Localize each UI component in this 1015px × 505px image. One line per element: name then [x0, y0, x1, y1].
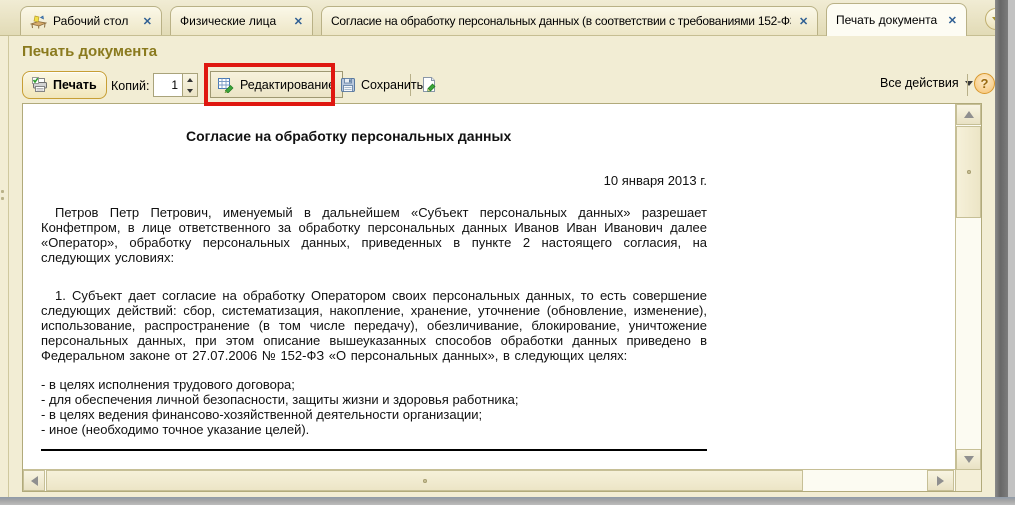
document-list-item: - в целях ведения финансово-хозяйственно…	[41, 407, 707, 422]
copies-label: Копий:	[111, 79, 149, 93]
edit-button[interactable]: Редактирование	[210, 71, 343, 98]
window-left-border	[8, 36, 9, 497]
tab-desktop[interactable]: Рабочий стол ✕	[20, 6, 162, 35]
page-title: Печать документа	[22, 43, 157, 60]
printer-icon	[32, 77, 48, 93]
scroll-down-button[interactable]	[956, 449, 981, 470]
document-list-item: - иное (необходимо точное указание целей…	[41, 422, 707, 437]
spinner-down-button[interactable]	[183, 85, 197, 96]
scroll-up-button[interactable]	[956, 104, 981, 125]
spinner-up-button[interactable]	[183, 74, 197, 85]
arrow-down-icon	[187, 89, 193, 93]
tab-label: Рабочий стол	[53, 14, 135, 28]
document-paragraph: Петров Петр Петрович, именуемый в дальне…	[41, 205, 707, 265]
arrow-up-icon	[187, 78, 193, 82]
window-edge-bottom	[0, 497, 1015, 505]
tab-bar: Рабочий стол ✕ Физические лица ✕ Согласи…	[0, 0, 995, 36]
vertical-scroll-thumb[interactable]	[956, 126, 981, 218]
toolbar-separator	[410, 74, 411, 96]
toolbar: Печать Копий: 1 Редактирование	[22, 70, 995, 104]
print-button[interactable]: Печать	[22, 71, 107, 99]
desktop-icon	[30, 14, 47, 29]
table-edit-icon	[218, 77, 235, 93]
window-grip-dots	[1, 186, 6, 204]
document-list-item: - для обеспечения личной безопасности, з…	[41, 392, 707, 407]
vertical-scrollbar[interactable]	[955, 104, 981, 470]
signature-line	[41, 449, 707, 451]
tab-individuals[interactable]: Физические лица ✕	[170, 6, 313, 35]
thumb-grip	[967, 170, 971, 174]
document-page: Согласие на обработку персональных данны…	[41, 104, 707, 451]
window-edge-right	[995, 0, 1008, 497]
document-title: Согласие на обработку персональных данны…	[186, 129, 511, 144]
print-button-label: Печать	[53, 78, 97, 92]
close-icon[interactable]: ✕	[143, 15, 152, 28]
copies-spinner[interactable]: 1	[153, 73, 198, 97]
document-viewport[interactable]: Согласие на обработку персональных данны…	[22, 103, 982, 492]
window-edge-right-outer	[1008, 0, 1015, 497]
horizontal-scrollbar[interactable]	[23, 469, 955, 491]
page-edit-icon	[420, 76, 438, 94]
scrollbar-corner	[955, 469, 981, 491]
tab-print-document[interactable]: Печать документа ✕	[826, 3, 967, 36]
page-edit-button[interactable]	[416, 73, 442, 97]
document-list-item: - в целях исполнения трудового договора;	[41, 377, 707, 392]
save-icon	[340, 77, 356, 93]
scroll-right-button[interactable]	[927, 470, 954, 491]
toolbar-separator	[967, 74, 968, 96]
arrow-left-icon	[31, 476, 38, 486]
document-date: 10 января 2013 г.	[41, 173, 707, 188]
help-icon: ?	[981, 76, 989, 91]
tab-label: Физические лица	[180, 14, 286, 28]
close-icon[interactable]: ✕	[294, 15, 303, 28]
document-paragraph: 1. Субъект дает согласие на обработку Оп…	[41, 288, 707, 363]
scroll-left-button[interactable]	[23, 470, 45, 491]
thumb-grip	[423, 479, 427, 483]
tab-label: Печать документа	[836, 13, 940, 27]
document-list: - в целях исполнения трудового договора;…	[41, 377, 707, 437]
spinner-arrows	[182, 74, 197, 96]
close-icon[interactable]: ✕	[948, 14, 957, 27]
help-button[interactable]: ?	[974, 73, 995, 94]
arrow-up-icon	[964, 111, 974, 118]
edit-button-label: Редактирование	[240, 78, 335, 92]
horizontal-scroll-thumb[interactable]	[46, 470, 803, 491]
arrow-right-icon	[937, 476, 944, 486]
all-actions-label: Все действия	[880, 76, 959, 90]
chevron-down-icon	[965, 81, 973, 86]
arrow-down-icon	[964, 456, 974, 463]
copies-value[interactable]: 1	[154, 74, 182, 96]
tab-label: Согласие на обработку персональных данны…	[331, 14, 791, 28]
close-icon[interactable]: ✕	[799, 15, 808, 28]
tab-consent-152fz[interactable]: Согласие на обработку персональных данны…	[321, 6, 818, 35]
all-actions-button[interactable]: Все действия	[880, 76, 973, 90]
